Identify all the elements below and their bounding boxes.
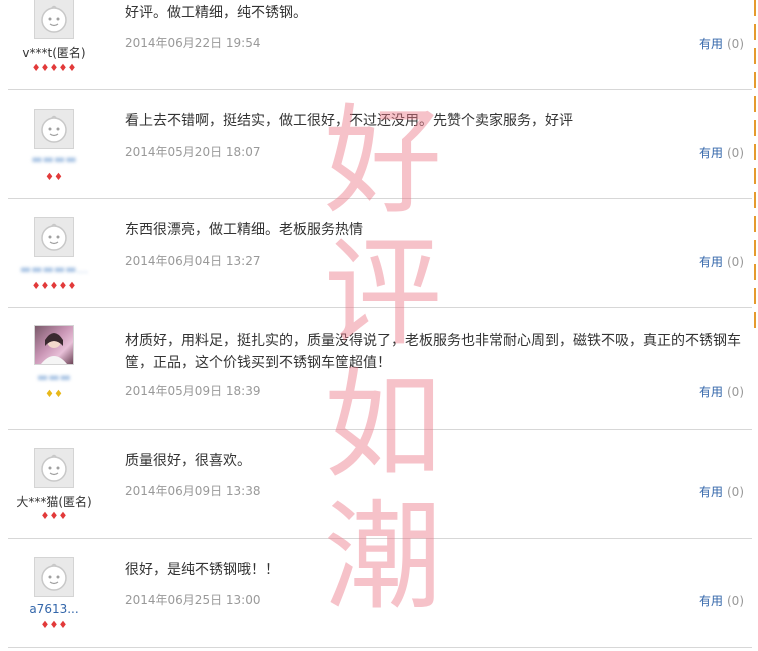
review-text: 材质好，用料足，挺扎实的，质量没得说了，老板服务也非常耐心周到，磁铁不吸，真正的… [125, 333, 741, 371]
useful-button[interactable]: 有用 [699, 594, 723, 608]
useful-button[interactable]: 有用 [699, 385, 723, 399]
useful-count: (0) [727, 485, 744, 499]
review-item: a7613... ♦♦♦ 很好，是纯不锈钢哦！！ 2014年06月25日 13:… [8, 539, 752, 648]
review-text: 好评。做工精细，纯不锈钢。 [125, 5, 307, 21]
review-item: ▬▬▬ ♦♦ 材质好，用料足，挺扎实的，质量没得说了，老板服务也非常耐心周到，磁… [8, 308, 752, 430]
buyer-rank-hearts: ♦♦♦♦♦ [31, 281, 77, 292]
review-item: ▬▬▬▬▬... ♦♦♦♦♦ 东西很漂亮，做工精细。老板服务热情 2014年06… [8, 199, 752, 308]
username-blurred: ▬▬▬ [36, 370, 71, 384]
useful-button[interactable]: 有用 [699, 485, 723, 499]
buyer-rank-hearts: ♦♦♦♦♦ [31, 63, 77, 74]
review-text: 很好，是纯不锈钢哦！！ [125, 562, 279, 578]
avatar-photo[interactable] [34, 325, 74, 365]
review-text: 看上去不错啊，挺结实，做工很好，不过还没用。先赞个卖家服务，好评 [125, 113, 573, 129]
useful-count: (0) [727, 146, 744, 160]
useful-count: (0) [727, 385, 744, 399]
useful-button[interactable]: 有用 [699, 255, 723, 269]
review-date: 2014年06月04日 13:27 [125, 254, 261, 268]
avatar[interactable] [34, 217, 74, 257]
useful-count: (0) [727, 37, 744, 51]
username[interactable]: 大***猫(匿名) [8, 493, 100, 510]
default-avatar-icon [41, 5, 67, 33]
buyer-rank-hearts: ♦♦ [45, 172, 63, 183]
review-date: 2014年05月20日 18:07 [125, 145, 261, 159]
scroll-progress-marker [754, 0, 756, 330]
useful-vote: 有用 (0) [699, 483, 744, 500]
avatar[interactable] [34, 448, 74, 488]
useful-vote: 有用 (0) [699, 35, 744, 52]
review-text: 质量很好，很喜欢。 [125, 453, 251, 469]
review-date: 2014年06月25日 13:00 [125, 593, 261, 607]
review-date: 2014年06月09日 13:38 [125, 484, 261, 498]
review-date: 2014年05月09日 18:39 [125, 384, 261, 398]
useful-vote: 有用 (0) [699, 383, 744, 400]
avatar[interactable] [34, 0, 74, 39]
review-date: 2014年06月22日 19:54 [125, 36, 261, 50]
review-item: 大***猫(匿名) ♦♦♦ 质量很好，很喜欢。 2014年06月09日 13:3… [8, 430, 752, 539]
default-avatar-icon [41, 115, 67, 143]
useful-count: (0) [727, 594, 744, 608]
avatar[interactable] [34, 557, 74, 597]
buyer-rank-diamonds: ♦♦ [45, 389, 63, 400]
user-photo-icon [41, 333, 67, 364]
username-blurred: ▬▬▬▬ [31, 152, 77, 166]
username[interactable]: v***t(匿名) [8, 44, 100, 61]
useful-vote: 有用 (0) [699, 144, 744, 161]
default-avatar-icon [41, 563, 67, 591]
username-blurred: ▬▬▬▬▬... [19, 262, 89, 276]
avatar[interactable] [34, 109, 74, 149]
buyer-rank-hearts: ♦♦♦ [40, 511, 68, 522]
buyer-rank-hearts: ♦♦♦ [40, 620, 68, 631]
username[interactable]: a7613... [8, 602, 100, 616]
review-list: v***t(匿名) ♦♦♦♦♦ 好评。做工精细，纯不锈钢。 2014年06月22… [0, 0, 758, 651]
useful-vote: 有用 (0) [699, 592, 744, 609]
useful-vote: 有用 (0) [699, 253, 744, 270]
useful-count: (0) [727, 255, 744, 269]
review-text: 东西很漂亮，做工精细。老板服务热情 [125, 222, 363, 238]
useful-button[interactable]: 有用 [699, 37, 723, 51]
useful-button[interactable]: 有用 [699, 146, 723, 160]
default-avatar-icon [41, 223, 67, 251]
default-avatar-icon [41, 454, 67, 482]
review-item: v***t(匿名) ♦♦♦♦♦ 好评。做工精细，纯不锈钢。 2014年06月22… [8, 0, 752, 90]
review-item: ▬▬▬▬ ♦♦ 看上去不错啊，挺结实，做工很好，不过还没用。先赞个卖家服务，好评… [8, 90, 752, 199]
